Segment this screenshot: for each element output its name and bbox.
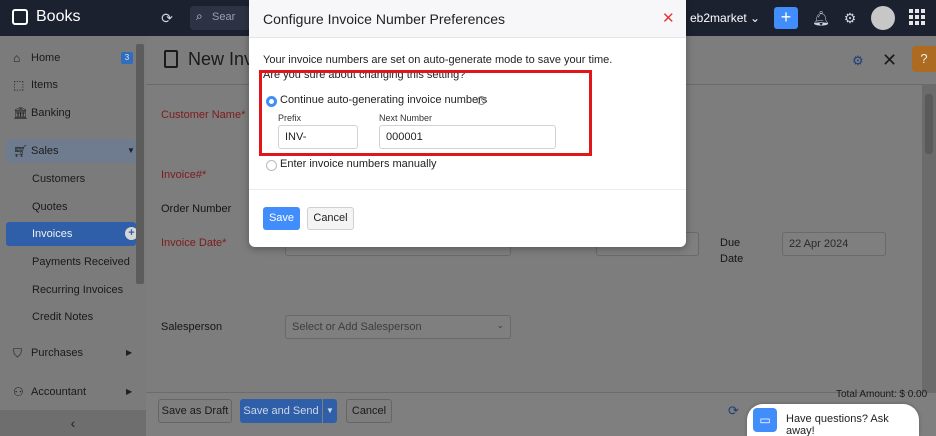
modal-title: Configure Invoice Number Preferences	[263, 11, 506, 27]
save-button[interactable]: Save	[263, 207, 300, 230]
app-name: Books	[36, 8, 81, 25]
box-icon: ⬚	[13, 78, 25, 92]
books-logo-icon	[12, 9, 28, 25]
sidebar-item-sales[interactable]: 🛒︎ Sales ▼	[6, 139, 136, 163]
org-switcher[interactable]: eb2market ⌄	[690, 11, 760, 25]
sidebar-item-quotes[interactable]: Quotes	[0, 195, 146, 219]
salesperson-label: Salesperson	[161, 321, 223, 333]
manual-entry-option-label[interactable]: Enter invoice numbers manually	[280, 158, 437, 170]
sidebar-item-label: Items	[31, 79, 58, 91]
bank-icon: 🏛︎	[13, 106, 29, 120]
gear-icon[interactable]: ⚙	[841, 9, 859, 27]
sidebar-item-recurring-invoices[interactable]: Recurring Invoices	[0, 278, 146, 302]
customer-name-label: Customer Name*	[161, 109, 246, 121]
chevron-right-icon: ▶	[126, 348, 133, 357]
modal-message-line1: Your invoice numbers are set on auto-gen…	[263, 54, 613, 66]
avatar[interactable]	[871, 6, 895, 30]
sidebar-item-accountant[interactable]: ⚇ Accountant ▶	[0, 380, 146, 404]
search-input[interactable]: ⌕ Sear	[190, 6, 250, 30]
brand[interactable]: Books	[12, 8, 80, 26]
chevron-left-icon: ‹	[70, 415, 76, 431]
sidebar-scrollbar[interactable]	[136, 44, 144, 284]
chevron-down-icon: ▼	[127, 146, 135, 155]
apps-grid-icon[interactable]	[909, 9, 925, 25]
due-date-label-line1: Due	[720, 237, 741, 249]
sidebar-item-items[interactable]: ⬚ Items	[0, 73, 146, 97]
due-date-field[interactable]: 22 Apr 2024	[782, 232, 886, 256]
notification-badge: 3	[121, 52, 133, 64]
save-and-send-button[interactable]: Save and Send	[240, 399, 322, 423]
sidebar-item-customers[interactable]: Customers	[0, 167, 146, 191]
chevron-down-icon: ⌄	[496, 320, 504, 330]
sidebar-item-label: Banking	[31, 107, 71, 119]
sidebar-collapse-button[interactable]: ‹	[0, 410, 146, 436]
chat-label: Have questions? Ask away!	[786, 413, 889, 436]
modal-divider	[249, 189, 686, 190]
org-name: eb2market	[690, 11, 747, 25]
due-date-label-line2: Date	[720, 253, 744, 265]
chevron-down-icon: ⌄	[746, 11, 761, 25]
sidebar-item-label: Sales	[31, 145, 59, 157]
chat-widget[interactable]: ▭ Have questions? Ask away!	[747, 404, 919, 436]
cancel-button[interactable]: Cancel	[346, 399, 392, 423]
sidebar-item-banking[interactable]: 🏛︎ Banking	[0, 101, 146, 125]
sidebar-item-label: Payments Received	[32, 256, 130, 268]
total-amount: Total Amount: $ 0.00	[836, 389, 928, 400]
sidebar: ⌂ Home 3 ⬚ Items 🏛︎ Banking 🛒︎ Sales ▼ C…	[0, 36, 146, 436]
sidebar-item-invoices[interactable]: Invoices +	[6, 222, 138, 246]
sidebar-item-label: Credit Notes	[32, 311, 94, 323]
refresh-icon[interactable]: ⟳	[158, 9, 176, 27]
sidebar-item-label: Purchases	[31, 347, 83, 359]
invoice-number-label: Invoice#*	[161, 169, 207, 181]
help-icon: ?	[920, 51, 928, 66]
sidebar-item-label: Accountant	[31, 386, 87, 398]
sidebar-item-payments-received[interactable]: Payments Received	[0, 250, 146, 274]
sidebar-item-credit-notes[interactable]: Credit Notes	[0, 305, 146, 329]
save-as-draft-button[interactable]: Save as Draft	[158, 399, 232, 423]
modal-header: Configure Invoice Number Preferences ✕	[249, 0, 686, 38]
main-scrollbar[interactable]	[922, 84, 936, 396]
salesperson-select[interactable]: Select or Add Salesperson ⌄	[285, 315, 511, 339]
person-icon: ⚇	[13, 385, 24, 399]
cancel-button[interactable]: Cancel	[307, 207, 354, 230]
help-tab[interactable]: ?	[912, 46, 936, 72]
settings-gear-icon[interactable]: ⚙	[852, 53, 864, 69]
sidebar-item-label: Quotes	[32, 201, 68, 213]
bag-icon: ⛉	[13, 346, 23, 360]
salesperson-placeholder: Select or Add Salesperson	[292, 321, 422, 333]
bell-icon[interactable]: 🔔︎	[812, 9, 830, 27]
highlight-annotation-box	[259, 70, 592, 156]
sidebar-item-label: Home	[31, 52, 61, 64]
save-and-send-dropdown[interactable]: ▼	[323, 399, 337, 423]
home-icon: ⌂	[13, 51, 21, 65]
close-icon[interactable]: ✕	[882, 50, 897, 71]
quick-create-button[interactable]: +	[774, 7, 798, 29]
invoice-date-label: Invoice Date*	[161, 237, 227, 249]
sidebar-item-purchases[interactable]: ⛉ Purchases ▶	[0, 341, 146, 365]
chevron-right-icon: ▶	[126, 387, 133, 396]
chat-icon: ▭	[753, 408, 777, 432]
manual-entry-radio[interactable]	[266, 160, 277, 171]
document-icon	[164, 50, 178, 68]
sidebar-item-label: Customers	[32, 173, 86, 185]
sidebar-item-home[interactable]: ⌂ Home 3	[0, 46, 146, 70]
sidebar-item-label: Recurring Invoices	[32, 284, 124, 296]
refresh-icon[interactable]: ⟳	[728, 403, 739, 419]
search-placeholder: Sear	[212, 11, 236, 23]
close-icon[interactable]: ✕	[662, 9, 675, 27]
cart-icon: 🛒︎	[13, 144, 29, 158]
order-number-label: Order Number	[161, 203, 232, 215]
scroll-thumb[interactable]	[925, 94, 933, 154]
search-icon: ⌕	[196, 9, 203, 23]
sidebar-item-label: Invoices	[32, 228, 73, 240]
